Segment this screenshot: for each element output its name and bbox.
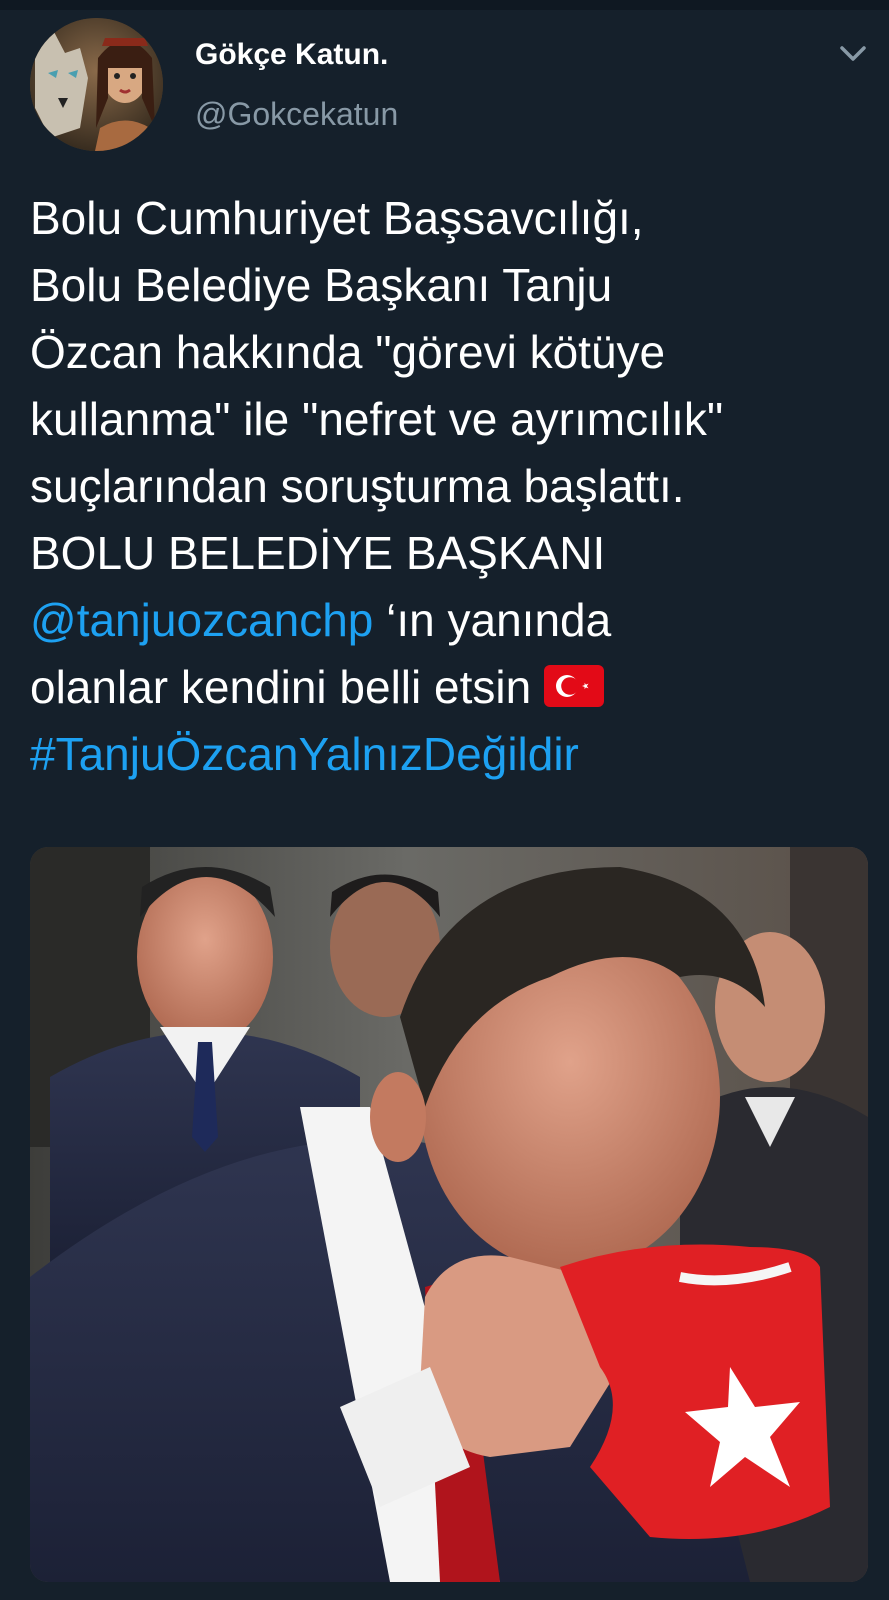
- avatar-image: [30, 18, 163, 151]
- tweet-photo[interactable]: [30, 847, 868, 1582]
- hashtag-link[interactable]: #TanjuÖzcanYalnızDeğildir: [30, 728, 579, 780]
- tweet-text: Bolu Cumhuriyet Başsavcılığı, Bolu Beled…: [30, 185, 860, 788]
- photo-image: [30, 847, 868, 1582]
- tweet-line: Bolu Belediye Başkanı Tanju: [30, 259, 613, 311]
- top-divider: [0, 0, 889, 10]
- author-handle[interactable]: @Gokcekatun: [195, 96, 398, 133]
- turkish-flag-emoji: [543, 665, 604, 707]
- chevron-down-icon[interactable]: [836, 36, 870, 70]
- mention-link[interactable]: @tanjuozcanchp: [30, 594, 373, 646]
- tweet-line: BOLU BELEDİYE BAŞKANI: [30, 527, 606, 579]
- tweet-line: ‘ın yanında: [373, 594, 612, 646]
- bottom-edge: [0, 1586, 889, 1600]
- avatar[interactable]: [30, 18, 163, 151]
- tweet-line: kullanma" ile "nefret ve ayrımcılık": [30, 393, 724, 445]
- tweet-line: Özcan hakkında "görevi kötüye: [30, 326, 666, 378]
- tweet-line: olanlar kendini belli etsin: [30, 661, 544, 713]
- author-display-name[interactable]: Gökçe Katun.: [195, 38, 388, 72]
- tweet-line: Bolu Cumhuriyet Başsavcılığı,: [30, 192, 644, 244]
- tweet-line: suçlarından soruşturma başlattı.: [30, 460, 685, 512]
- tweet-header: Gökçe Katun. @Gokcekatun: [30, 18, 870, 153]
